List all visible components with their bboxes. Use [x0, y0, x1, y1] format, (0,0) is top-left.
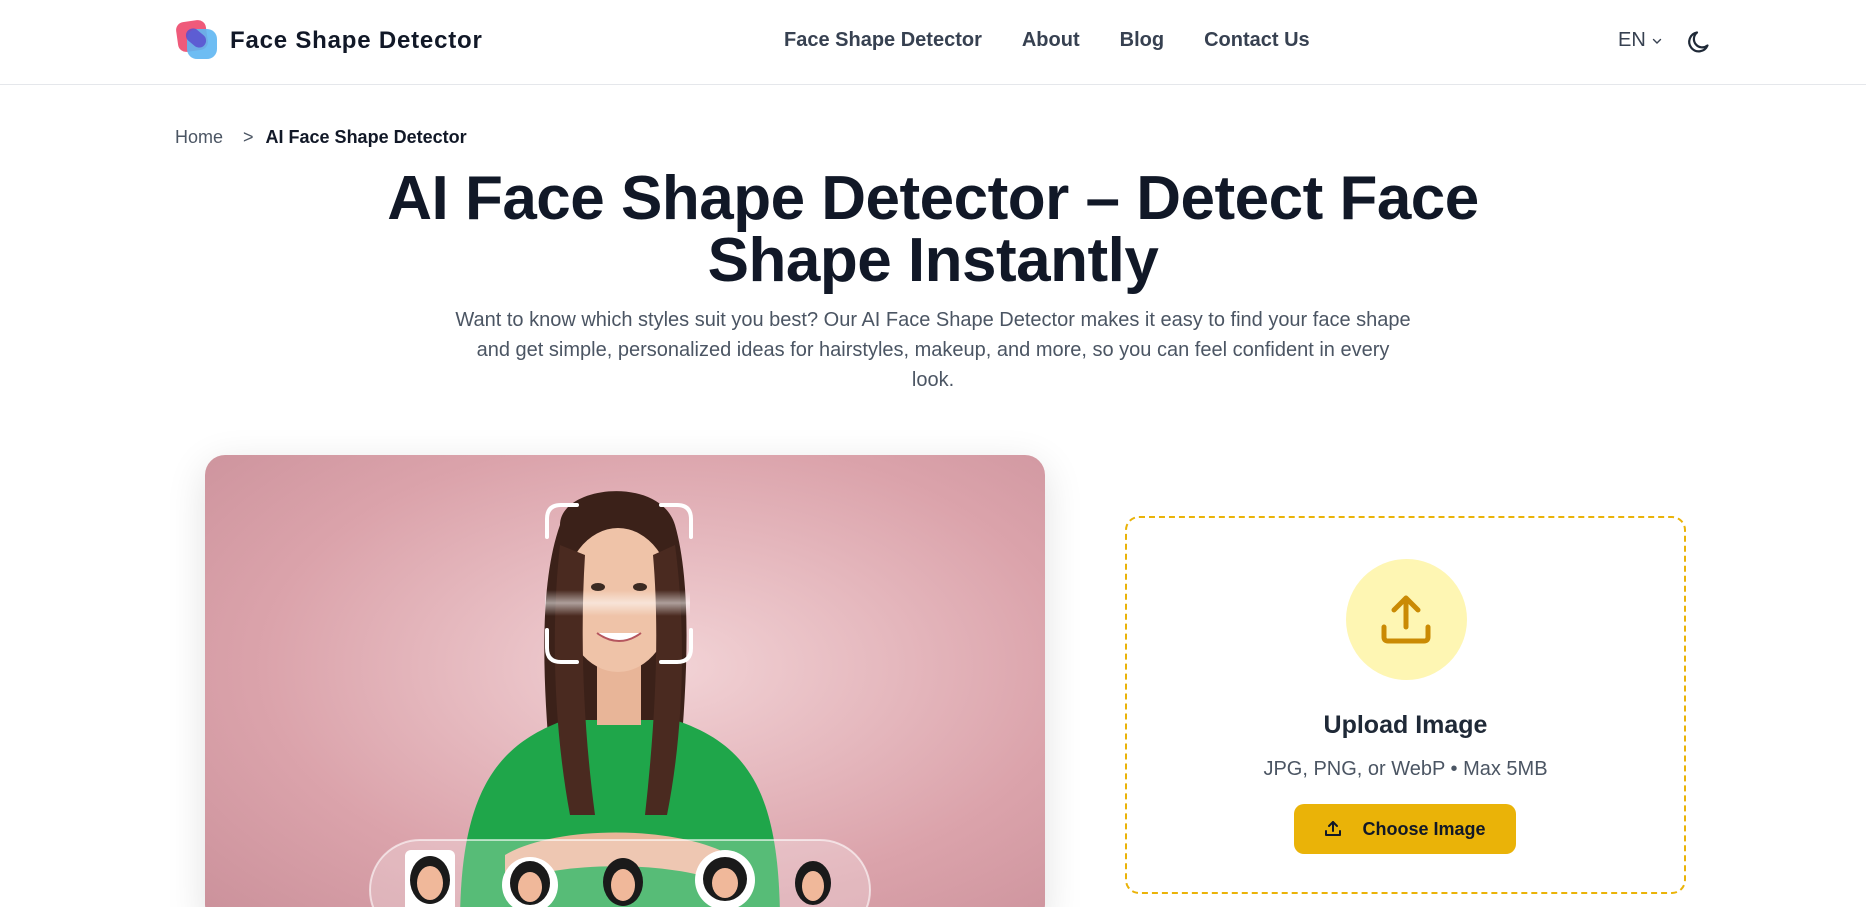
main-nav: Face Shape Detector About Blog Contact U…: [784, 29, 1310, 52]
language-label: EN: [1618, 29, 1646, 51]
upload-icon: [1325, 821, 1342, 836]
upload-dropzone[interactable]: Upload Image JPG, PNG, or WebP • Max 5MB…: [1125, 516, 1686, 894]
hero-image: [205, 455, 1045, 907]
page-title: AI Face Shape Detector – Detect Face Sha…: [387, 164, 1479, 295]
upload-title: Upload Image: [1323, 711, 1488, 739]
nav-face-shape-detector[interactable]: Face Shape Detector: [784, 29, 982, 52]
moon-icon[interactable]: [1686, 28, 1714, 56]
breadcrumb-separator: >: [243, 127, 254, 147]
upload-hint: JPG, PNG, or WebP • Max 5MB: [1263, 758, 1548, 780]
upload-icon-badge: [1346, 559, 1467, 680]
upload-icon: [1381, 595, 1431, 644]
site-header: Face Shape Detector Face Shape Detector …: [0, 0, 1866, 85]
language-selector[interactable]: EN: [1618, 29, 1662, 52]
choose-image-button[interactable]: Choose Image: [1294, 804, 1516, 854]
breadcrumb-home[interactable]: Home: [175, 127, 223, 148]
chevron-down-icon: [1652, 38, 1661, 44]
breadcrumb: Home > AI Face Shape Detector: [175, 127, 467, 148]
brand-name[interactable]: Face Shape Detector: [230, 27, 483, 55]
breadcrumb-current: AI Face Shape Detector: [265, 127, 467, 147]
brand-logo-icon[interactable]: [175, 19, 221, 65]
nav-contact-us[interactable]: Contact Us: [1204, 29, 1310, 52]
nav-blog[interactable]: Blog: [1120, 29, 1164, 52]
choose-image-label: Choose Image: [1362, 818, 1486, 839]
nav-about[interactable]: About: [1022, 29, 1080, 52]
page-subtitle: Want to know which styles suit you best?…: [455, 309, 1411, 391]
